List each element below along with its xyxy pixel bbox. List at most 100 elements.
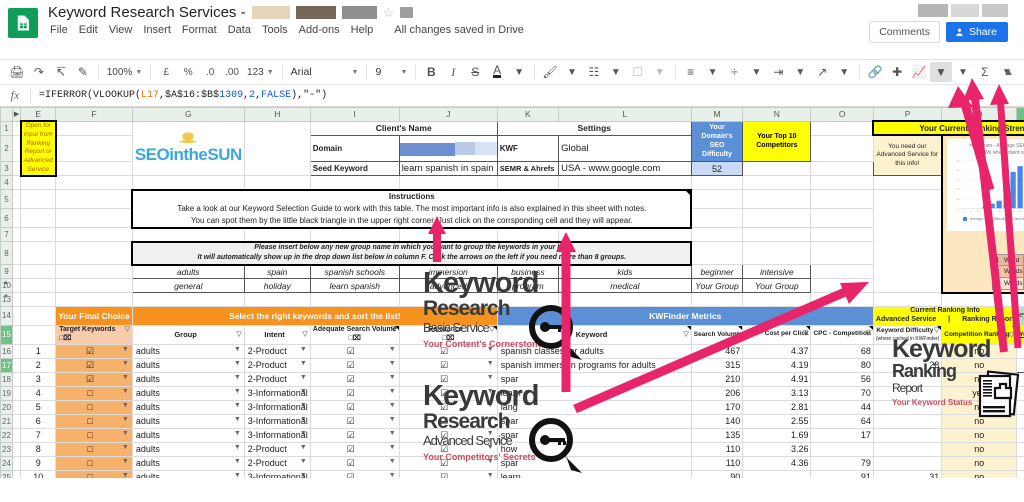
cell-competition-ranking[interactable]: no [941,371,1018,387]
column-header-J[interactable]: J [398,107,498,122]
cell-search-volume[interactable]: 206 [690,385,744,401]
cell-groups-note[interactable]: Please insert below any new group name i… [131,240,693,266]
cell-kwf-label[interactable]: KWF [496,134,560,163]
cell-keyword-difficulty[interactable] [872,455,943,471]
cell-top10-value[interactable]: You need our Advanced Service for this i… [872,134,943,177]
cell-target-keyword-checkbox[interactable]: ▼ ☑ [55,371,133,387]
cell-your-ranking[interactable]: - [1016,399,1024,415]
cell-group-name[interactable]: general [131,278,245,294]
cell-competition-ranking[interactable]: no [941,469,1018,478]
chevron-down-icon[interactable]: ▼ [300,458,308,465]
chevron-down-icon[interactable]: ▼ [300,416,308,423]
cell-group[interactable]: ▼ adults [131,371,245,387]
chevron-down-icon[interactable]: ▼ [487,402,495,409]
cell-relevance-checkbox[interactable]: ▼ ☑ [398,441,498,457]
chevron-down-icon[interactable]: ▼ [300,388,308,395]
cell-settings-label[interactable]: Settings [496,120,692,136]
chevron-down-icon[interactable]: ▼ [122,458,130,465]
cell-cpc-competition[interactable]: 56 [810,371,874,387]
cell-cpc-competition[interactable]: 68 [810,343,874,359]
row-header[interactable]: ▼ 13 [0,292,13,308]
filter-icon[interactable]: ▼ [930,62,952,82]
cell-target-keyword-checkbox[interactable]: ▼ □ [55,399,133,415]
undo-icon[interactable]: ↷ [28,62,50,82]
cell-keyword-difficulty[interactable] [872,427,943,443]
cell-group[interactable]: ▼ adults [131,455,245,471]
chevron-down-icon[interactable]: ▼ [833,62,855,82]
table-row[interactable]: 25 10 ▼ □ ▼ adults ▼ 3-Informational ▼ ☑ ▼ ☑ learn 90… [0,469,1024,478]
cell-keyword-difficulty[interactable] [872,371,943,387]
row-header[interactable]: 21 [0,413,13,429]
cell-select-right-keywords[interactable]: Select the right keywords and sort the l… [131,306,498,326]
menu-item-data[interactable]: Data [228,24,251,36]
cell-row-index[interactable]: 6 [20,413,57,429]
cell-cpc-competition[interactable]: 70 [810,385,874,401]
chevron-down-icon[interactable]: ▼ [487,360,495,367]
cell-cpc[interactable]: 4.36 [742,455,812,471]
cell-keyword[interactable]: spar [496,455,692,471]
cell-keyword[interactable]: spar [496,371,692,387]
cell-keyword[interactable]: learn [496,385,692,401]
menu-item-insert[interactable]: Insert [143,24,171,36]
cell-seo-difficulty-value[interactable]: 52 [690,161,744,177]
cell-adequate-volume-checkbox[interactable]: ▼ ☑ [309,371,400,387]
cell-search-volume[interactable]: 135 [690,427,744,443]
cell-group-name[interactable]: Your Group [742,278,812,294]
cell-row-index[interactable]: 1 [20,343,57,359]
chevron-down-icon[interactable]: ▼ [300,346,308,353]
filter-icon[interactable]: ▽ [302,330,307,338]
text-wrap-icon[interactable]: ⇥ [767,62,789,82]
header-relevance[interactable]: ▽ Relevance □⌧ [398,324,498,345]
cell-competition-ranking[interactable]: no [941,343,1018,359]
row-header[interactable]: 7 [0,227,13,243]
column-header-F[interactable]: F [55,107,133,122]
comments-button[interactable]: Comments [869,21,940,43]
horizontal-align-icon[interactable]: ≡ [680,62,702,82]
cell-cpc[interactable]: 4.91 [742,371,812,387]
header-search-volume[interactable]: ▽ Search Volume [690,324,744,345]
cell-group-name[interactable]: intensive [742,264,812,280]
cell-keyword[interactable]: spanish classes for adults [496,343,692,359]
chevron-down-icon[interactable]: ▼ [952,62,974,82]
cell-intent[interactable]: ▼ 3-Informational [243,385,311,401]
cell-cpc[interactable]: 2.55 [742,413,812,429]
cell-intent[interactable]: ▼ 2-Product [243,455,311,471]
cell-cpc[interactable]: 1.69 [742,427,812,443]
insert-comment-icon[interactable]: ✚ [886,62,908,82]
cell-intent[interactable]: ▼ 2-Product [243,357,311,373]
cell-competition-ranking[interactable]: no [941,427,1018,443]
filter-icon[interactable]: ▽ [683,330,688,338]
row-header[interactable]: 2 [0,134,13,163]
cell-search-volume[interactable]: 140 [690,413,744,429]
cell-relevance-checkbox[interactable]: ▼ ☑ [398,455,498,471]
cell-relevance-checkbox[interactable]: ▼ ☑ [398,469,498,478]
cell-your-ranking[interactable]: - [1016,441,1024,457]
cell-intent[interactable]: ▼ 3-Informational [243,469,311,478]
folder-icon[interactable] [400,7,414,18]
column-header-L[interactable]: L [558,107,692,122]
chevron-down-icon[interactable]: ▼ [300,444,308,451]
cell-relevance-checkbox[interactable]: ▼ ☑ [398,385,498,401]
cell-group-name[interactable]: program [496,278,560,294]
cell-kwfinder-metrics[interactable]: KWFinder Metrics [496,306,874,326]
header-target-keywords[interactable]: ▽ Target Keywords □⌧ [55,324,133,345]
cell-group-name[interactable]: adults [131,264,245,280]
menu-item-edit[interactable]: Edit [79,24,98,36]
cell-row-index[interactable]: 10 [20,469,57,478]
cell-target-keyword-checkbox[interactable]: ▼ □ [55,385,133,401]
cell-group[interactable]: ▼ adults [131,469,245,478]
chevron-down-icon[interactable]: ▼ [561,62,583,82]
column-header-E[interactable]: E [20,107,57,122]
cell-keyword-difficulty[interactable] [872,441,943,457]
cell-relevance-checkbox[interactable]: ▼ ☑ [398,371,498,387]
header-intent[interactable]: ▽ Intent [243,324,311,345]
column-header-R[interactable]: R [1016,107,1024,122]
formula-input[interactable]: =IFERROR(VLOOKUP(L17,$A$16:$B$1309,2,FAL… [31,90,327,101]
cell-relevance-checkbox[interactable]: ▼ ☑ [398,357,498,373]
chevron-down-icon[interactable]: ▼ [300,402,308,409]
vertical-align-icon[interactable]: ÷ [724,62,746,82]
row-header[interactable]: 3 [0,161,13,177]
header-keyword-difficulty[interactable]: ▽ Keyword Difficulty (where cached in KW… [872,324,943,345]
cell-group-name[interactable]: Your Group [690,278,744,294]
cell-target-keyword-checkbox[interactable]: ▼ □ [55,427,133,443]
